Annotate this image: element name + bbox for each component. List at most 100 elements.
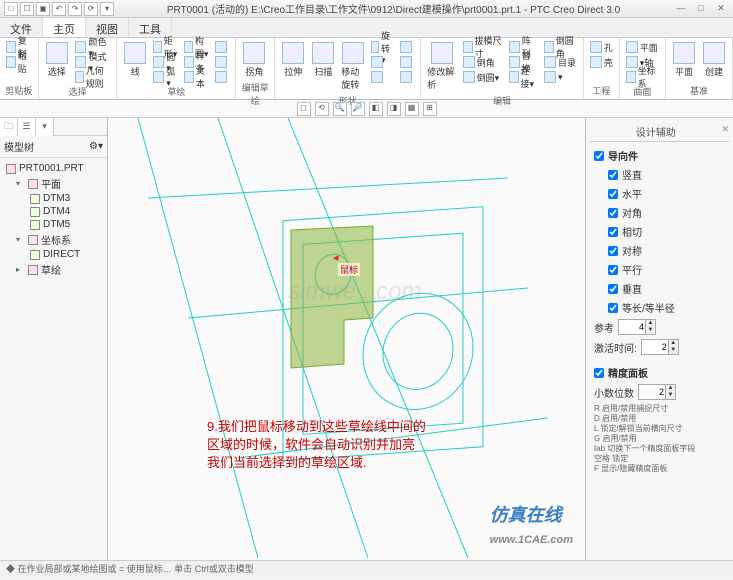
ribbon-button[interactable]: 移动旋转 [339,40,367,93]
qat-undo-icon[interactable]: ↶ [52,2,66,16]
ribbon-icon [371,41,379,53]
tree-node[interactable]: ▸草绘 [2,261,105,278]
guide-checkbox[interactable]: 相切 [590,222,729,241]
qat-new-icon[interactable]: □ [4,2,18,16]
ribbon-button-small[interactable]: 旋转▾ [369,40,396,54]
ribbon-button-small[interactable] [369,70,396,84]
folder-icon [28,179,38,189]
guide-checkbox[interactable]: 竖直 [590,165,729,184]
ribbon-button-small[interactable]: 孔 [588,40,615,54]
ribbon-button-small[interactable] [213,55,231,69]
ribbon-button-small[interactable] [398,40,416,54]
ribbon-button-small[interactable]: 文本 [182,70,211,84]
ribbon-button-small[interactable]: ▾ [542,70,579,84]
close-button[interactable]: ✕ [713,3,729,15]
ribbon-button-small[interactable]: 几何规则 [73,70,113,84]
canvas-viewport[interactable]: 鼠标 simwe . com 9.我们把鼠标移动到这些草绘线中间的区域的时候，软… [108,118,585,560]
view-tool-button[interactable]: ⊞ [423,102,437,116]
qat-close-icon[interactable]: ▾ [100,2,114,16]
maximize-button[interactable]: □ [693,3,709,15]
view-tool-button[interactable]: ◨ [387,102,401,116]
delay-spinner[interactable]: ▲▼ [641,339,679,355]
tree-leaf[interactable]: DTM3 [2,192,105,205]
ribbon-button-small[interactable] [213,70,231,84]
ribbon-button[interactable]: 创建 [700,40,728,80]
tree-leaf[interactable]: DIRECT [2,248,105,261]
ribbon-button-small[interactable] [369,55,396,69]
view-tool-button[interactable]: 🔎 [351,102,365,116]
ribbon-group-label: 草绘 [121,84,231,98]
tab-home[interactable]: 主页 [43,18,86,37]
ribbon-button-small[interactable]: 坐标系 [624,70,661,84]
ribbon-button-small[interactable]: 倒圆角 [542,40,579,54]
qat-save-icon[interactable]: ▣ [36,2,50,16]
tree-leaf[interactable]: DTM5 [2,218,105,231]
guides-checkbox[interactable]: 导向件 [590,146,729,165]
tree-node[interactable]: ▾坐标系 [2,231,105,248]
ribbon-button-small[interactable] [398,70,416,84]
ribbon-button-small[interactable]: 拔模尺寸 [461,40,505,54]
ribbon-icon [431,42,453,64]
view-tool-button[interactable]: ◻ [297,102,311,116]
ribbon-icon [590,41,602,53]
ribbon-icon [215,41,227,53]
ribbon-button-small[interactable]: 平面 [624,40,661,54]
minimize-button[interactable]: — [673,3,689,15]
guide-checkbox[interactable]: 对称 [590,241,729,260]
tree-root[interactable]: PRT0001.PRT [2,162,105,175]
view-tool-button[interactable]: 🔍 [333,102,347,116]
ribbon-button[interactable]: 平面 [670,40,698,80]
ribbon-icon [371,56,383,68]
ribbon-icon [400,71,412,83]
expand-icon[interactable]: ▾ [16,179,25,188]
view-tool-button[interactable]: ▦ [405,102,419,116]
sidebar-tab-more[interactable]: ▾ [36,118,54,136]
ref-spinner[interactable]: ▲▼ [618,319,656,335]
guide-checkbox[interactable]: 水平 [590,184,729,203]
expand-icon[interactable]: ▾ [16,235,25,244]
ribbon-button-small[interactable]: 弧▾ [151,70,180,84]
ribbon-button-small[interactable] [398,55,416,69]
guide-checkbox[interactable]: 等长/等半径 [590,298,729,317]
ribbon-button[interactable]: 拉伸 [279,40,307,80]
ribbon-button-small[interactable]: 目录 [542,55,579,69]
status-text: ◆ 在作业局部或某地绘图或 = 使用鼠标… 单击 Ctrl或双击模型 [6,562,254,575]
ribbon-button-small[interactable]: 倒角 [461,55,505,69]
qat-redo-icon[interactable]: ↷ [68,2,82,16]
ribbon-button[interactable]: 拐角 [240,40,268,80]
panel-close-icon[interactable]: ✕ [721,124,729,135]
ribbon-button-small[interactable]: 壳 [588,55,615,69]
view-tool-button[interactable]: ◧ [369,102,383,116]
ribbon: 复制粘贴剪贴板选择颜色▾模式▾几何规则选择线矩形▾圆▾弧▾构图▾样条文本草绘拐角… [0,38,733,100]
guide-checkbox[interactable]: 对角 [590,203,729,222]
tree-node[interactable]: ▾平面 [2,175,105,192]
ribbon-button[interactable]: 线 [121,40,149,80]
ribbon-button[interactable]: 选择 [43,40,71,80]
sidebar-tab-tree[interactable]: 🗀 [0,118,18,136]
expand-icon[interactable]: ▸ [16,265,25,274]
tree-settings-icon[interactable]: ⚙▾ [89,141,103,152]
datum-icon [30,220,40,230]
tree-header: 模型树 ⚙▾ [0,136,107,158]
ribbon-button-small[interactable]: 倒圆▾ [461,70,505,84]
ribbon-button-small[interactable] [213,40,231,54]
view-tool-button[interactable]: ⟲ [315,102,329,116]
ribbon-group-label: 基准 [670,83,728,97]
decimals-spinner[interactable]: ▲▼ [638,384,676,400]
ribbon-button-small[interactable]: 连接▾ [507,70,540,84]
ribbon-icon [590,56,602,68]
ribbon-button-small[interactable]: 粘贴 [4,55,34,69]
ribbon-group: 修改解析拔模尺寸倒角倒圆▾阵列替换连接▾倒圆角目录▾编辑 [421,38,584,99]
ribbon-icon [371,71,383,83]
qat-regen-icon[interactable]: ⟳ [84,2,98,16]
ribbon-button[interactable]: 修改解析 [425,40,458,93]
sidebar-tab-layers[interactable]: ☰ [18,118,36,136]
guide-checkbox[interactable]: 垂直 [590,279,729,298]
qat-open-icon[interactable]: ☐ [20,2,34,16]
part-icon [6,164,16,174]
titlebar: □ ☐ ▣ ↶ ↷ ⟳ ▾ PRT0001 (活动的) E:\Creo工作目录\… [0,0,733,18]
ribbon-button[interactable]: 扫描 [309,40,337,80]
tree-leaf[interactable]: DTM4 [2,205,105,218]
guide-checkbox[interactable]: 平行 [590,260,729,279]
precision-checkbox[interactable]: 精度面板 [590,363,729,382]
